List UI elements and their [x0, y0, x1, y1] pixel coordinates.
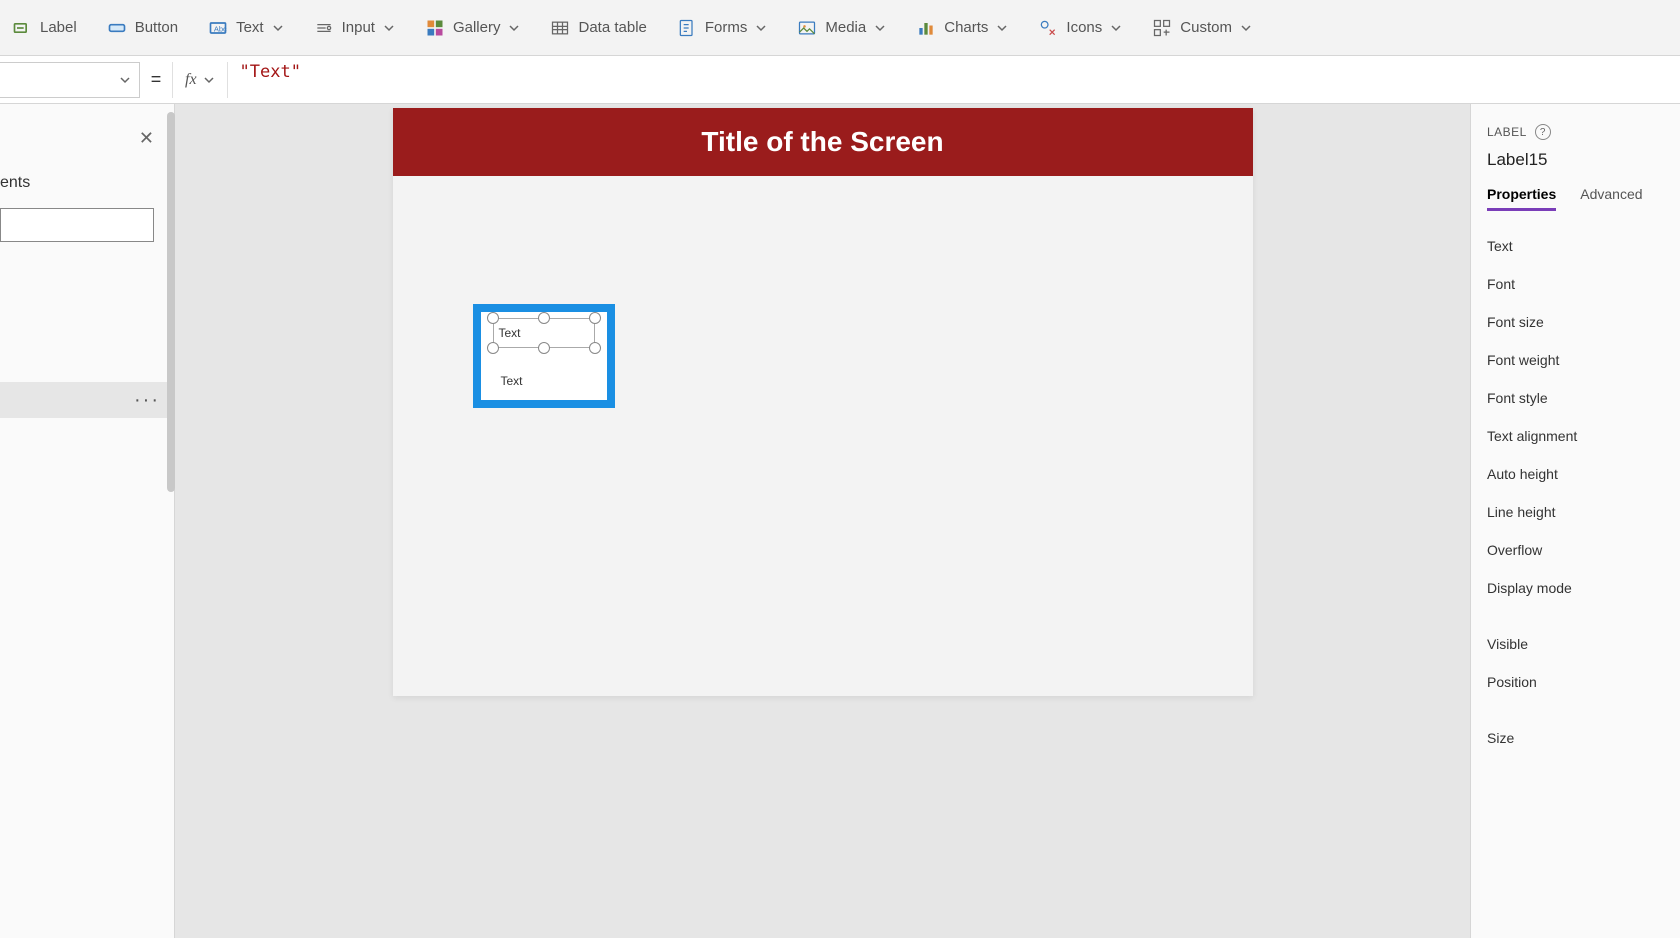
- component-container[interactable]: Text Text: [473, 304, 615, 408]
- ribbon-button[interactable]: Button: [103, 12, 182, 44]
- ribbon-label-text: Label: [40, 19, 77, 36]
- screen-canvas[interactable]: Title of the Screen Text Text: [393, 108, 1253, 696]
- label-icon: [12, 18, 32, 38]
- prop-text-alignment[interactable]: Text alignment: [1487, 417, 1664, 455]
- formula-value: "Text": [240, 62, 301, 82]
- ribbon-label[interactable]: Label: [8, 12, 81, 44]
- ribbon-button-text: Button: [135, 19, 178, 36]
- prop-size[interactable]: Size: [1487, 719, 1664, 757]
- ribbon-forms-label: Forms: [705, 19, 748, 36]
- second-label-text: Text: [501, 374, 523, 388]
- ribbon-text[interactable]: Abc Text: [204, 12, 288, 44]
- control-type-label: LABEL ?: [1487, 124, 1664, 140]
- forms-icon: [677, 18, 697, 38]
- ribbon-icons-label: Icons: [1066, 19, 1102, 36]
- close-panel-button[interactable]: ✕: [139, 128, 154, 149]
- control-name[interactable]: Label15: [1487, 150, 1664, 170]
- ribbon-datatable-label: Data table: [578, 19, 646, 36]
- canvas-area: Title of the Screen Text Text: [175, 104, 1470, 938]
- properties-panel: LABEL ? Label15 Properties Advanced Text…: [1470, 104, 1680, 938]
- left-panel: ✕ ents ···: [0, 104, 175, 938]
- prop-line-height[interactable]: Line height: [1487, 493, 1664, 531]
- ribbon-custom[interactable]: Custom: [1148, 12, 1256, 44]
- ribbon-input-label: Input: [342, 19, 375, 36]
- chevron-down-icon: [996, 22, 1008, 34]
- screen-title-text: Title of the Screen: [701, 126, 943, 158]
- chevron-down-icon: [755, 22, 767, 34]
- ribbon-gallery[interactable]: Gallery: [421, 12, 525, 44]
- prop-auto-height[interactable]: Auto height: [1487, 455, 1664, 493]
- media-icon: [797, 18, 817, 38]
- prop-display-mode[interactable]: Display mode: [1487, 569, 1664, 607]
- chevron-down-icon: [383, 22, 395, 34]
- help-icon[interactable]: ?: [1535, 124, 1551, 140]
- property-selector[interactable]: [0, 62, 140, 98]
- fx-button[interactable]: fx: [172, 62, 228, 98]
- tab-advanced[interactable]: Advanced: [1580, 186, 1642, 211]
- formula-input[interactable]: "Text": [228, 62, 1680, 98]
- svg-text:Abc: Abc: [214, 24, 227, 33]
- second-label-control[interactable]: Text: [501, 374, 523, 388]
- ribbon-media-label: Media: [825, 19, 866, 36]
- fx-label: fx: [185, 71, 197, 89]
- insert-ribbon: Label Button Abc Text Input Gallery Data…: [0, 0, 1680, 56]
- ribbon-text-label: Text: [236, 19, 264, 36]
- control-type-text: LABEL: [1487, 125, 1527, 139]
- icons-icon: [1038, 18, 1058, 38]
- ribbon-gallery-label: Gallery: [453, 19, 501, 36]
- chevron-down-icon: [272, 22, 284, 34]
- custom-icon: [1152, 18, 1172, 38]
- more-icon[interactable]: ···: [134, 389, 160, 412]
- divider: [1487, 701, 1664, 719]
- charts-icon: [916, 18, 936, 38]
- chevron-down-icon: [508, 22, 520, 34]
- prop-overflow[interactable]: Overflow: [1487, 531, 1664, 569]
- ribbon-media[interactable]: Media: [793, 12, 890, 44]
- prop-font-size[interactable]: Font size: [1487, 303, 1664, 341]
- tab-properties[interactable]: Properties: [1487, 186, 1556, 211]
- ribbon-icons[interactable]: Icons: [1034, 12, 1126, 44]
- ribbon-input[interactable]: Input: [310, 12, 399, 44]
- properties-tabs: Properties Advanced: [1487, 186, 1664, 211]
- ribbon-custom-label: Custom: [1180, 19, 1232, 36]
- chevron-down-icon: [874, 22, 886, 34]
- screen-title-bar[interactable]: Title of the Screen: [393, 108, 1253, 176]
- left-panel-heading: ents: [0, 174, 30, 192]
- equals-sign: =: [140, 69, 172, 90]
- divider: [1487, 607, 1664, 625]
- chevron-down-icon: [203, 74, 215, 86]
- prop-font-weight[interactable]: Font weight: [1487, 341, 1664, 379]
- scrollbar[interactable]: [167, 112, 175, 492]
- prop-text[interactable]: Text: [1487, 227, 1664, 265]
- search-input[interactable]: [0, 208, 154, 242]
- text-icon: Abc: [208, 18, 228, 38]
- prop-position[interactable]: Position: [1487, 663, 1664, 701]
- ribbon-forms[interactable]: Forms: [673, 12, 772, 44]
- tree-selected-row[interactable]: ···: [0, 382, 174, 418]
- button-icon: [107, 18, 127, 38]
- ribbon-charts[interactable]: Charts: [912, 12, 1012, 44]
- properties-list: Text Font Font size Font weight Font sty…: [1487, 227, 1664, 757]
- chevron-down-icon: [1110, 22, 1122, 34]
- prop-font[interactable]: Font: [1487, 265, 1664, 303]
- datatable-icon: [550, 18, 570, 38]
- chevron-down-icon: [1240, 22, 1252, 34]
- input-icon: [314, 18, 334, 38]
- formula-bar: = fx "Text": [0, 56, 1680, 104]
- prop-font-style[interactable]: Font style: [1487, 379, 1664, 417]
- ribbon-datatable[interactable]: Data table: [546, 12, 650, 44]
- selected-label-control[interactable]: Text: [495, 318, 593, 348]
- selected-label-text: Text: [499, 326, 521, 340]
- chevron-down-icon: [119, 74, 131, 86]
- prop-visible[interactable]: Visible: [1487, 625, 1664, 663]
- ribbon-charts-label: Charts: [944, 19, 988, 36]
- gallery-icon: [425, 18, 445, 38]
